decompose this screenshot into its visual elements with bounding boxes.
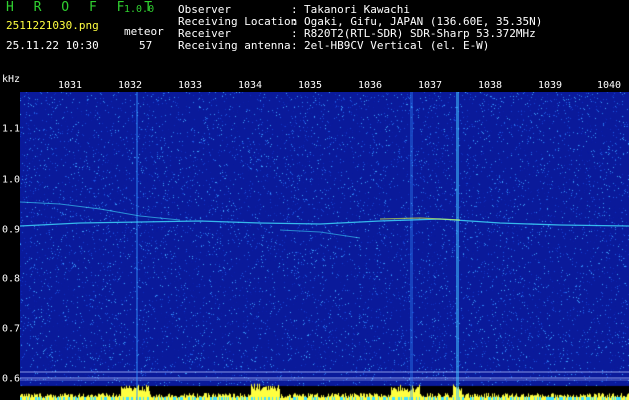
spectrogram-waterfall: [20, 92, 629, 400]
x-tick-label: 1035: [297, 80, 323, 91]
carrier-line: [136, 92, 138, 400]
x-tick-label: 1036: [357, 80, 383, 91]
x-tick-label: 1034: [237, 80, 263, 91]
meta-sep: :: [291, 39, 298, 52]
y-tick-label: 0.6: [2, 373, 21, 385]
file-name: 2511221030.png: [6, 19, 99, 32]
detect-count: 57: [139, 39, 153, 52]
meteor-echo-trace: [279, 229, 361, 239]
x-tick-label: 1039: [537, 80, 563, 91]
x-tick-label: 1031: [57, 80, 83, 91]
timestamp: 25.11.22 10:30: [6, 39, 99, 52]
carrier-line: [456, 92, 459, 400]
spectrogram-overlay: [20, 92, 629, 400]
meta-value: 2el-HB9CV Vertical (el. E-W): [304, 39, 490, 52]
y-tick-label: 0.8: [2, 273, 21, 285]
carrier-line: [410, 92, 413, 400]
app-version: 1.0.0: [124, 4, 155, 15]
header-panel: H R O F F T 1.0.0 2511221030.png meteor …: [0, 0, 629, 77]
y-tick-label: 0.7: [2, 323, 21, 335]
y-tick-label: 1.1: [2, 123, 21, 135]
meta-key: Receiving antenna: [178, 39, 291, 52]
detect-label: meteor: [124, 25, 164, 38]
y-tick-label: 1.0: [2, 174, 21, 186]
meteor-echo-trace: [20, 201, 181, 221]
x-tick-label: 1033: [177, 80, 203, 91]
x-tick-label: 1032: [117, 80, 143, 91]
x-tick-label: 1038: [477, 80, 503, 91]
x-tick-label: 1037: [417, 80, 443, 91]
meteor-echo-trace: [20, 218, 629, 227]
x-tick-label: 1040: [596, 80, 622, 91]
y-tick-label: 0.9: [2, 224, 21, 236]
freq-unit-label: kHz: [2, 74, 21, 85]
